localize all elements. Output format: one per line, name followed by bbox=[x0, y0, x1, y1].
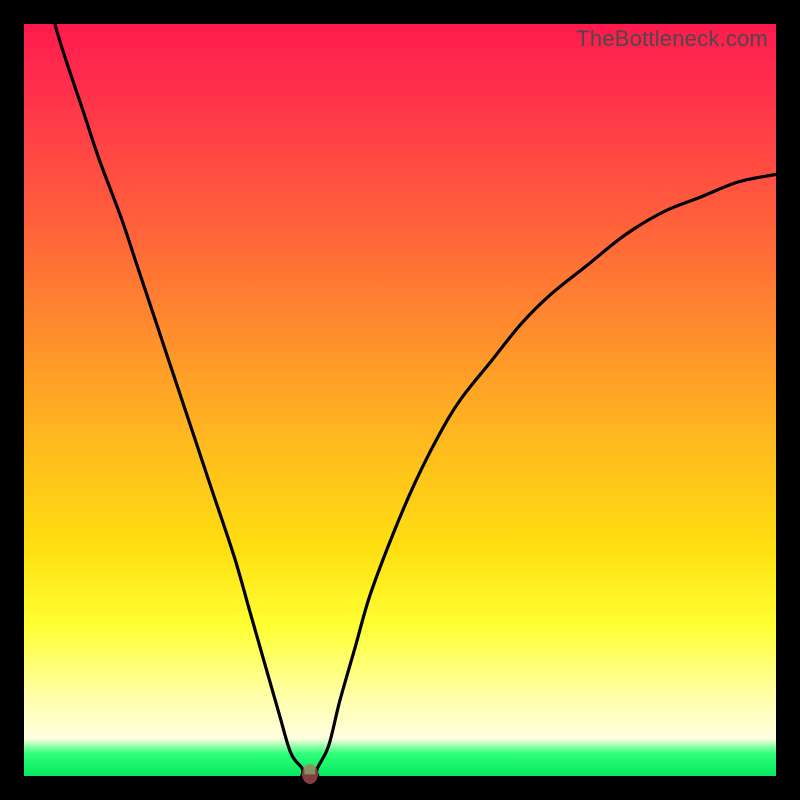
plot-area: TheBottleneck.com bbox=[24, 24, 776, 776]
chart-frame: TheBottleneck.com bbox=[0, 0, 800, 800]
minimum-marker-dot bbox=[302, 764, 318, 784]
bottleneck-curve bbox=[24, 24, 776, 776]
